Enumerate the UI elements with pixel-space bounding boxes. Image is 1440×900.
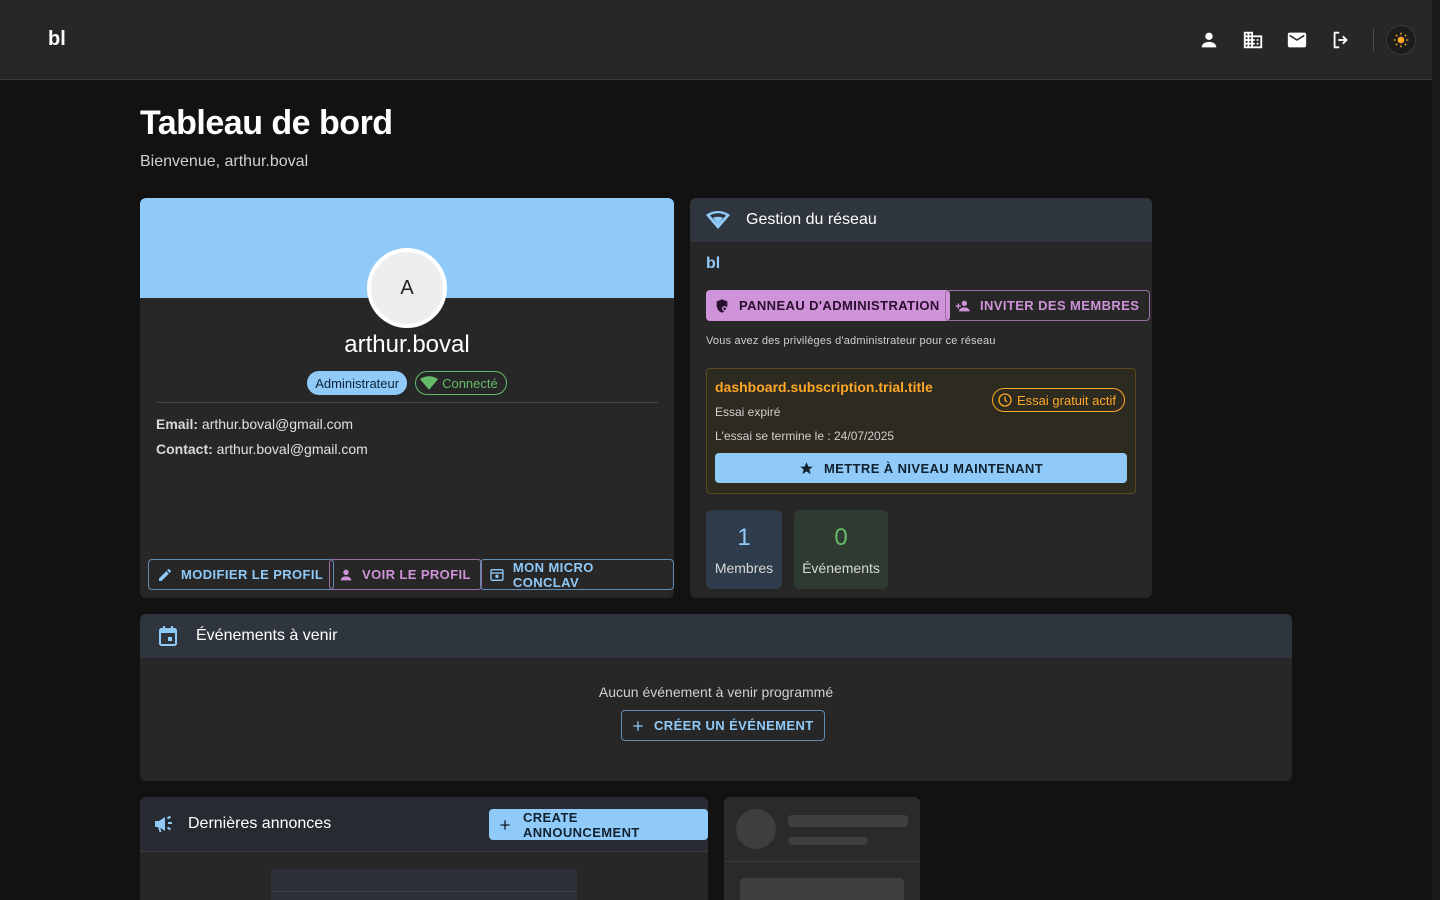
trial-status-badge: Essai gratuit actif bbox=[992, 388, 1125, 412]
admin-shield-icon bbox=[716, 298, 728, 313]
events-stat[interactable]: 0 Événements bbox=[794, 510, 888, 589]
logout-icon[interactable] bbox=[1328, 27, 1354, 53]
announcement-placeholder-divider bbox=[271, 891, 577, 892]
mail-icon[interactable] bbox=[1284, 27, 1310, 53]
calendar-icon bbox=[159, 626, 177, 646]
announcement-placeholder bbox=[271, 869, 577, 900]
person-icon[interactable] bbox=[1196, 27, 1222, 53]
contact-label: Contact: bbox=[156, 441, 213, 457]
create-event-button[interactable]: CRÉER UN ÉVÉNEMENT bbox=[621, 710, 825, 741]
contact-row: Contact: arthur.boval@gmail.com bbox=[156, 441, 368, 457]
email-value: arthur.boval@gmail.com bbox=[201, 416, 354, 432]
events-card-title: Événements à venir bbox=[196, 627, 338, 644]
skeleton-block bbox=[740, 878, 904, 900]
skeleton-divider bbox=[724, 861, 920, 862]
members-count: 1 bbox=[737, 524, 751, 551]
trial-subscription-box: dashboard.subscription.trial.title Essai… bbox=[706, 368, 1136, 494]
create-announcement-button[interactable]: CREATE ANNOUNCEMENT bbox=[489, 809, 708, 840]
upgrade-button[interactable]: METTRE À NIVEAU MAINTENANT bbox=[715, 453, 1127, 483]
invite-members-label: INVITER DES MEMBRES bbox=[980, 298, 1140, 313]
top-app-bar: bl bbox=[0, 0, 1432, 80]
upgrade-label: METTRE À NIVEAU MAINTENANT bbox=[823, 460, 1044, 476]
app-brand[interactable]: bl bbox=[48, 28, 66, 51]
person-icon bbox=[340, 569, 352, 580]
upcoming-events-card: Événements à venir Aucun événement à ven… bbox=[140, 614, 1292, 781]
role-badge: Administrateur bbox=[307, 371, 408, 395]
campaign-icon bbox=[155, 815, 172, 832]
profile-card: A arthur.boval Administrateur Connecté E… bbox=[140, 198, 674, 598]
email-row: Email: arthur.boval@gmail.com bbox=[156, 416, 353, 432]
wifi-icon bbox=[420, 376, 439, 390]
micro-conclav-button[interactable]: MON MICRO CONCLAV bbox=[480, 559, 674, 590]
plus-icon bbox=[633, 720, 643, 731]
announcements-card-title: Dernières annonces bbox=[188, 815, 332, 832]
network-card: Gestion du réseau bl PANNEAU D'ADMINISTR… bbox=[690, 198, 1152, 598]
create-event-label: CRÉER UN ÉVÉNEMENT bbox=[654, 718, 814, 733]
status-badge: Connecté bbox=[415, 371, 507, 395]
clock-icon bbox=[998, 393, 1012, 407]
members-stat[interactable]: 1 Membres bbox=[706, 510, 782, 589]
welcome-subtitle: Bienvenue, arthur.boval bbox=[140, 153, 309, 170]
admin-panel-button[interactable]: PANNEAU D'ADMINISTRATION bbox=[706, 290, 950, 321]
network-card-title: Gestion du réseau bbox=[746, 211, 877, 228]
sun-icon bbox=[1393, 32, 1409, 48]
email-label: Email: bbox=[156, 416, 199, 432]
members-label: Membres bbox=[714, 560, 774, 576]
edit-profile-button[interactable]: MODIFIER LE PROFIL bbox=[148, 559, 335, 590]
loading-skeleton-card bbox=[724, 797, 920, 900]
theme-toggle-button[interactable] bbox=[1386, 25, 1416, 55]
contact-value: arthur.boval@gmail.com bbox=[216, 441, 368, 457]
admin-panel-label: PANNEAU D'ADMINISTRATION bbox=[739, 298, 940, 313]
star-icon bbox=[800, 461, 813, 474]
announcements-card: Dernières annonces CREATE ANNOUNCEMENT bbox=[140, 797, 708, 900]
trial-end-date: L'essai se termine le : 24/07/2025 bbox=[715, 429, 895, 443]
skeleton-avatar bbox=[736, 809, 776, 849]
view-profile-label: VOIR LE PROFIL bbox=[362, 567, 471, 582]
edit-icon bbox=[159, 568, 171, 581]
events-empty-text: Aucun événement à venir programmé bbox=[598, 684, 834, 700]
create-announcement-label: CREATE ANNOUNCEMENT bbox=[522, 809, 640, 840]
status-badge-label: Connecté bbox=[442, 375, 498, 391]
trial-title: dashboard.subscription.trial.title bbox=[715, 379, 933, 395]
wifi-icon bbox=[706, 211, 730, 229]
avatar: A bbox=[367, 248, 447, 328]
network-name: bl bbox=[706, 255, 721, 272]
web-icon bbox=[490, 568, 504, 581]
profile-divider bbox=[156, 402, 658, 403]
toolbar-divider bbox=[1373, 28, 1374, 52]
trial-expired-text: Essai expiré bbox=[715, 405, 781, 419]
micro-conclav-label: MON MICRO CONCLAV bbox=[512, 559, 594, 590]
business-icon[interactable] bbox=[1240, 27, 1266, 53]
events-card-header: Événements à venir bbox=[140, 614, 1292, 658]
trial-status-label: Essai gratuit actif bbox=[1017, 392, 1116, 408]
invite-members-button[interactable]: INVITER DES MEMBRES bbox=[945, 290, 1151, 321]
profile-chips: Administrateur Connecté bbox=[140, 371, 674, 395]
skeleton-line bbox=[788, 815, 908, 827]
skeleton-line bbox=[788, 837, 868, 845]
plus-icon bbox=[500, 819, 510, 830]
page-title: Tableau de bord bbox=[140, 104, 393, 142]
admin-privileges-text: Vous avez des privilèges d'administrateu… bbox=[706, 335, 996, 347]
person-add-icon bbox=[955, 300, 970, 311]
view-profile-button[interactable]: VOIR LE PROFIL bbox=[329, 559, 482, 590]
network-card-header: Gestion du réseau bbox=[690, 198, 1152, 242]
edit-profile-label: MODIFIER LE PROFIL bbox=[181, 567, 324, 582]
events-count: 0 bbox=[834, 524, 848, 551]
profile-username: arthur.boval bbox=[344, 331, 470, 358]
scrollbar-track[interactable] bbox=[1432, 0, 1440, 900]
events-label: Événements bbox=[802, 560, 880, 576]
